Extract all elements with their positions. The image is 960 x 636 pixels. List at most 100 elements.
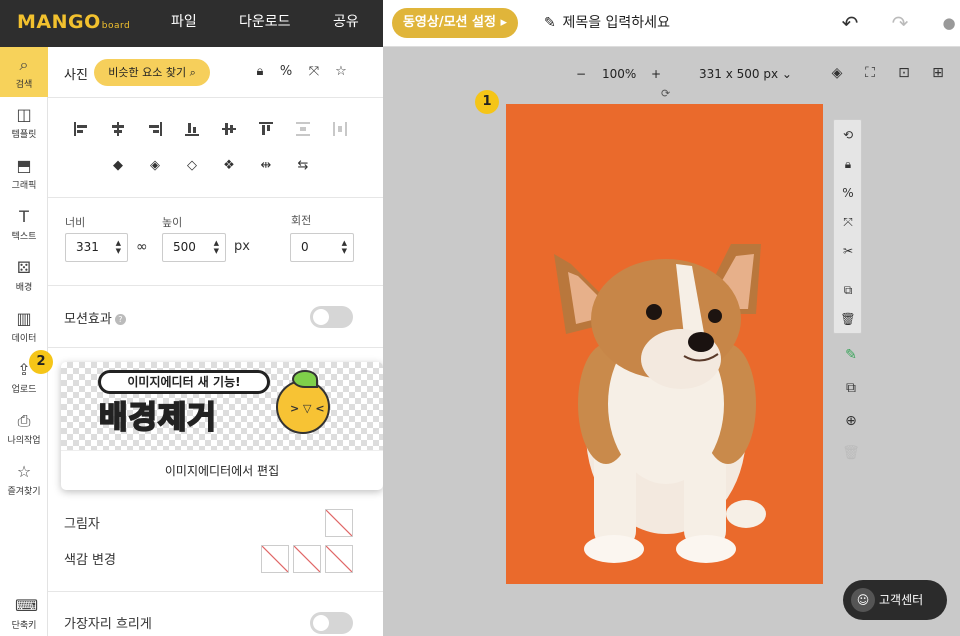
promo-headline: 배경제거 — [98, 399, 218, 437]
motion-effect-toggle[interactable] — [310, 306, 353, 328]
top-bar-dark-section: MANGOboard 파일 다운로드 공유 — [0, 0, 383, 47]
motion-settings-button[interactable]: 동영상/모션 설정 ▸ — [392, 8, 518, 38]
color-change-label: 색감 변경 — [64, 553, 116, 568]
mywork-icon: ⎙ — [17, 411, 31, 430]
graphic-icon: ⬒ — [16, 156, 32, 175]
menu-download[interactable]: 다운로드 — [239, 11, 291, 31]
keyboard-icon: ⌨ — [15, 596, 39, 615]
shadow-swatch[interactable] — [325, 509, 353, 537]
nav-data[interactable]: ▥ 데이터 — [0, 301, 48, 351]
favorite-icon[interactable]: ☆ — [333, 64, 349, 80]
transparency-icon[interactable]: % — [278, 64, 294, 80]
unit-label: px — [234, 239, 250, 254]
nav-shortcuts[interactable]: ⌨ 단축키 — [0, 588, 48, 636]
color-picker-icon[interactable]: ✎ — [842, 346, 860, 364]
bring-forward-icon[interactable]: ◈ — [147, 158, 163, 174]
menu-file[interactable]: 파일 — [171, 11, 197, 31]
menu-share[interactable]: 공유 — [333, 11, 359, 31]
rotate-stepper-icon[interactable]: ▲ ▼ — [342, 239, 347, 255]
nav-text[interactable]: T 텍스트 — [0, 199, 48, 249]
image-editor-promo[interactable]: 이미지에디터 새 기능! 배경제거 > ▽ < 이미지에디터에서 편집 — [61, 362, 383, 490]
divider — [48, 591, 383, 592]
grid-view-icon[interactable]: ⊞ — [929, 64, 947, 82]
align-middle-icon[interactable] — [221, 121, 237, 137]
send-to-back-icon[interactable]: ❖ — [221, 158, 237, 174]
height-stepper-icon[interactable]: ▲ ▼ — [214, 239, 219, 255]
replace-icon[interactable]: ⟲ — [840, 127, 856, 143]
width-stepper-icon[interactable]: ▲ ▼ — [116, 239, 121, 255]
page-view-icon[interactable]: ⊡ — [895, 64, 913, 82]
find-similar-button[interactable]: 비슷한 요소 찾기 ⌕ — [94, 59, 210, 86]
rotate-input[interactable]: 0 ▲ ▼ — [290, 233, 354, 262]
rotate-handle-icon[interactable]: ⟳ — [661, 87, 670, 100]
lock-icon[interactable]: 🔒︎ — [840, 156, 856, 172]
crop-icon[interactable]: ⤧ — [840, 214, 856, 230]
edge-blur-label: 가장자리 흐리게 — [64, 617, 152, 632]
logo[interactable]: MANGOboard — [17, 11, 130, 33]
zoom-in-icon[interactable]: + — [651, 67, 661, 81]
flip-vertical-icon[interactable]: ⇆ — [295, 158, 311, 174]
star-icon: ☆ — [16, 462, 32, 481]
step-badge-2: 2 — [29, 350, 53, 374]
edge-blur-toggle[interactable] — [310, 612, 353, 634]
nav-graphic[interactable]: ⬒ 그래픽 — [0, 148, 48, 198]
nav-favorites[interactable]: ☆ 즐겨찾기 — [0, 454, 48, 504]
canvas-size-select[interactable]: 331 x 500 px ⌄ — [699, 67, 792, 81]
title-input[interactable]: ✎ 제목을 입력하세요 — [544, 12, 670, 32]
help-icon[interactable]: ? — [114, 314, 126, 325]
align-right-icon[interactable] — [147, 121, 163, 137]
height-input[interactable]: 500 ▲ ▼ — [162, 233, 226, 262]
nav-template[interactable]: ◫ 템플릿 — [0, 97, 48, 147]
distribute-vertical-icon[interactable] — [295, 121, 311, 137]
redo-icon[interactable]: ↷ — [887, 10, 913, 36]
title-placeholder: 제목을 입력하세요 — [562, 15, 670, 31]
object-toolbar: ⟲ 🔒︎ % ⤧ ✂ ⧉ 🗑︎ — [833, 119, 862, 334]
color-swatch-1[interactable] — [261, 545, 289, 573]
selected-photo[interactable] — [506, 104, 823, 584]
color-swatch-3[interactable] — [325, 545, 353, 573]
send-backward-icon[interactable]: ◇ — [184, 158, 200, 174]
nav-mywork[interactable]: ⎙ 나의작업 — [0, 403, 48, 453]
zoom-level[interactable]: 100% — [602, 67, 636, 81]
align-center-icon[interactable] — [110, 121, 126, 137]
shadow-label: 그림자 — [64, 517, 100, 532]
corgi-puppy-image — [506, 104, 823, 584]
height-label: 높이 — [162, 216, 183, 229]
select-area-icon[interactable]: ⛶ — [861, 64, 879, 82]
align-left-icon[interactable] — [73, 121, 89, 137]
duplicate-page-icon[interactable]: ⧉ — [842, 379, 860, 397]
bring-to-front-icon[interactable]: ◆ — [110, 158, 126, 174]
copy-icon[interactable]: ⧉ — [840, 282, 856, 298]
transparency-icon[interactable]: % — [840, 185, 856, 201]
scissors-icon[interactable]: ✂ — [840, 243, 856, 259]
chart-icon: ▥ — [16, 309, 32, 328]
undo-icon[interactable]: ↶ — [837, 10, 863, 36]
zoom-out-icon[interactable]: − — [576, 67, 586, 81]
edit-in-image-editor-button[interactable]: 이미지에디터에서 편집 — [61, 450, 383, 490]
lock-icon[interactable]: 🔒︎ — [252, 64, 268, 80]
crop-icon[interactable]: ⤧ — [306, 64, 322, 80]
rotate-label: 회전 — [291, 214, 312, 227]
info-icon[interactable]: ● — [936, 10, 960, 36]
background-icon: ⚄ — [17, 258, 31, 277]
align-bottom-icon[interactable] — [184, 121, 200, 137]
top-bar: MANGOboard 파일 다운로드 공유 동영상/모션 설정 ▸ ✎ 제목을 … — [0, 0, 960, 47]
link-ratio-icon[interactable]: ∞ — [136, 239, 148, 255]
align-top-icon[interactable] — [258, 121, 274, 137]
flip-horizontal-icon[interactable]: ⇹ — [258, 158, 274, 174]
color-swatch-2[interactable] — [293, 545, 321, 573]
delete-page-icon[interactable]: 🗑︎ — [842, 444, 860, 462]
divider — [48, 197, 383, 198]
nav-search[interactable]: ⌕ 검색 — [0, 47, 48, 97]
layers-icon[interactable]: ◈ — [828, 64, 846, 82]
distribute-horizontal-icon[interactable] — [332, 121, 348, 137]
customer-center-button[interactable]: ☺ 고객센터 — [843, 580, 947, 620]
delete-icon[interactable]: 🗑︎ — [840, 311, 856, 327]
properties-panel: 사진 비슷한 요소 찾기 ⌕ 🔒︎ % ⤧ ☆ ◆ ◈ ◇ ❖ ⇹ ⇆ 너비 높… — [48, 47, 383, 636]
add-page-icon[interactable]: ⊕ — [842, 412, 860, 430]
width-input[interactable]: 331 ▲ ▼ — [65, 233, 128, 262]
nav-background[interactable]: ⚄ 배경 — [0, 250, 48, 300]
divider — [48, 97, 383, 98]
step-badge-1: 1 — [475, 90, 499, 114]
width-label: 너비 — [65, 216, 86, 229]
